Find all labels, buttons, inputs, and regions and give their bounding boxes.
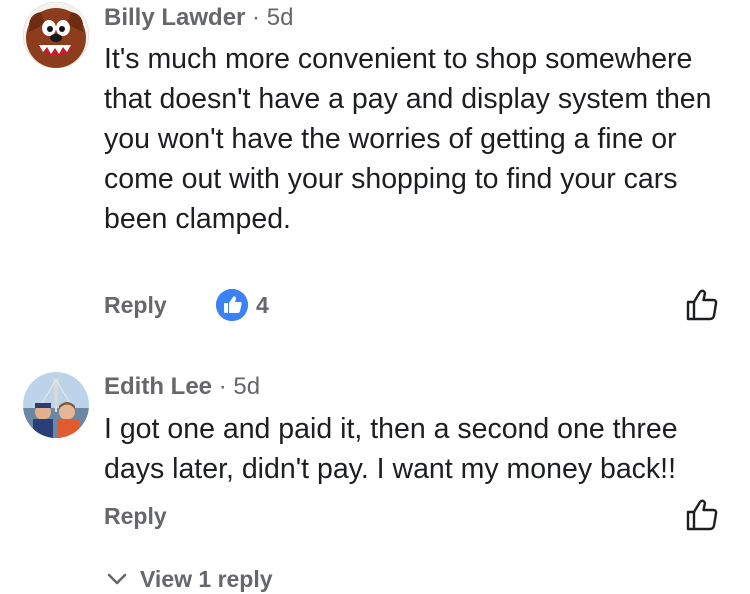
- reaction-count: 4: [256, 292, 269, 318]
- reply-button[interactable]: Reply: [104, 287, 167, 323]
- like-button[interactable]: [683, 286, 721, 324]
- comment-actions: Reply 4: [104, 287, 724, 323]
- cartoon-devil-avatar-image: [23, 2, 89, 68]
- author-name[interactable]: Billy Lawder: [104, 4, 245, 31]
- author-name[interactable]: Edith Lee: [104, 373, 212, 400]
- timestamp[interactable]: 5d: [233, 373, 260, 400]
- thumbs-up-outline-icon: [686, 289, 718, 321]
- reply-button[interactable]: Reply: [104, 498, 167, 534]
- like-button[interactable]: [683, 496, 721, 534]
- avatar[interactable]: [23, 372, 89, 438]
- comment-meta: Edith Lee · 5d: [104, 372, 260, 402]
- comment-edith-lee: Edith Lee · 5d I got one and paid it, th…: [0, 340, 750, 560]
- comment-actions: Reply: [104, 498, 304, 534]
- comment-body: I got one and paid it, then a second one…: [104, 413, 678, 485]
- comment-body: It's much more convenient to shop somewh…: [104, 43, 712, 235]
- meta-separator: ·: [252, 4, 261, 31]
- photo-avatar-image: [23, 372, 89, 438]
- meta-separator: ·: [218, 373, 227, 400]
- comment-thread: Billy Lawder · 5d It's much more conveni…: [0, 0, 750, 594]
- thumbs-up-icon: [216, 289, 248, 321]
- chevron-down-icon: [106, 570, 128, 588]
- view-replies-label: View 1 reply: [140, 566, 273, 592]
- timestamp[interactable]: 5d: [267, 4, 294, 31]
- comment-meta: Billy Lawder · 5d: [104, 3, 293, 33]
- view-replies-button[interactable]: View 1 reply: [104, 561, 324, 594]
- avatar[interactable]: [23, 2, 89, 68]
- thumbs-up-outline-icon: [686, 499, 718, 531]
- comment-billy-lawder: Billy Lawder · 5d It's much more conveni…: [0, 0, 750, 340]
